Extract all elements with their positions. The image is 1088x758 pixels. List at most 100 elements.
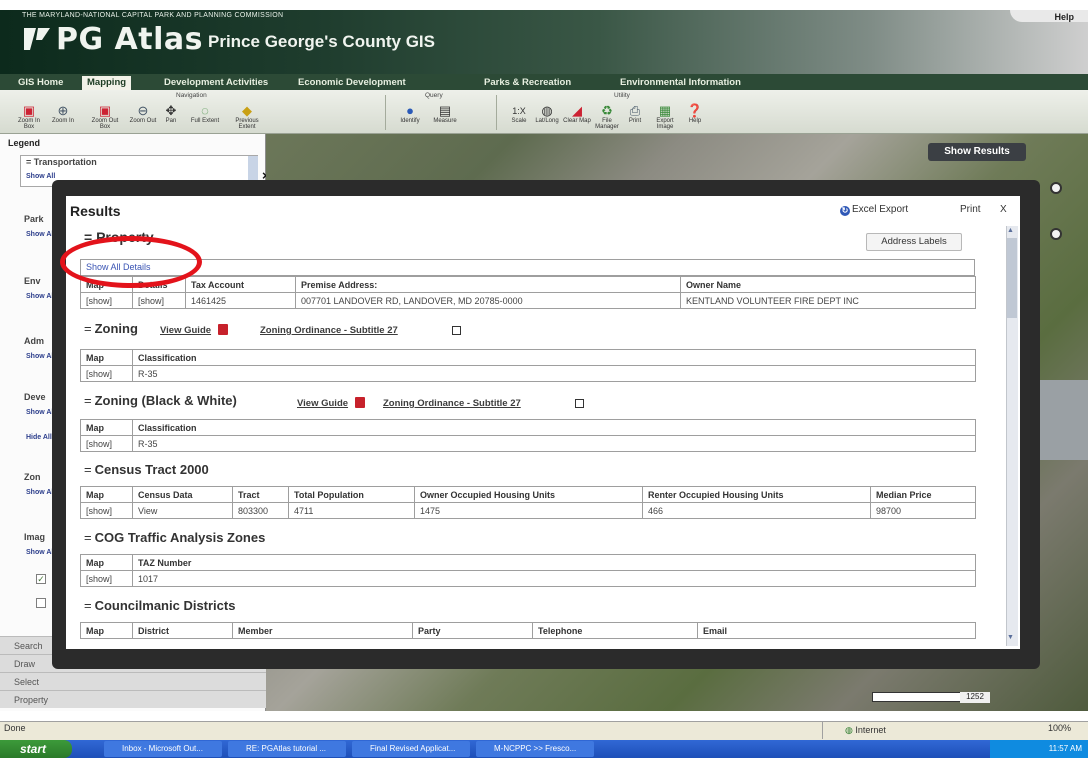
legend-item-park[interactable]: Park	[24, 214, 44, 224]
section-cog-heading[interactable]: = COG Traffic Analysis Zones	[84, 530, 265, 545]
zoom-in-box-button[interactable]: ▣ Zoom In Box	[14, 104, 44, 131]
lat-long-button[interactable]: ◍ Lat/Long	[532, 104, 562, 125]
view-guide-link[interactable]: View Guide	[297, 398, 348, 409]
show-map-link[interactable]: [show]	[80, 435, 133, 452]
legend-item-imag[interactable]: Imag	[24, 532, 45, 542]
previous-extent-icon: ◆	[242, 103, 252, 118]
table-cell: KENTLAND VOLUNTEER FIRE DEPT INC	[680, 292, 976, 309]
show-map-link[interactable]: [show]	[80, 570, 133, 587]
column-header-sortable[interactable]: Premise Address:	[295, 276, 681, 293]
column-header: Map	[80, 622, 133, 639]
tab-environmental-information[interactable]: Environmental Information	[620, 76, 741, 90]
scroll-down-icon[interactable]: ▼	[1007, 634, 1014, 641]
taskbar-item[interactable]: RE: PGAtlas tutorial ...	[228, 741, 346, 757]
show-map-link[interactable]: [show]	[80, 502, 133, 519]
address-labels-button[interactable]: Address Labels	[866, 233, 962, 251]
legend-item-transportation[interactable]: = Transportation	[26, 157, 97, 167]
export-image-button[interactable]: ▦ Export Image	[650, 104, 680, 131]
scale-button[interactable]: 1:X Scale	[504, 104, 534, 124]
print-tool-button[interactable]: ⎙ Print	[620, 104, 650, 125]
taskbar-item[interactable]: M-NCPPC >> Fresco...	[476, 741, 594, 757]
start-button[interactable]: start	[0, 740, 72, 758]
taskbar-item[interactable]: Final Revised Applicat...	[352, 741, 470, 757]
pdf-icon	[355, 397, 365, 408]
tab-gis-home[interactable]: GIS Home	[18, 76, 63, 90]
measure-button[interactable]: ▤ Measure	[430, 104, 460, 125]
tab-select[interactable]: Select	[0, 672, 266, 690]
tab-property[interactable]: Property	[0, 690, 266, 708]
show-map-link[interactable]: [show]	[80, 365, 133, 382]
zoom-out-box-button[interactable]: ▣ Zoom Out Box	[90, 104, 120, 131]
table-cell: 4711	[288, 502, 415, 519]
view-guide-link[interactable]: View Guide	[160, 325, 211, 336]
column-header: Total Population	[288, 486, 415, 503]
legend-label: Legend	[8, 138, 41, 148]
scale-bar	[872, 692, 964, 702]
tab-mapping[interactable]: Mapping	[82, 76, 132, 90]
legend-item-deve[interactable]: Deve	[24, 392, 46, 402]
table-cell: 007701 LANDOVER RD, LANDOVER, MD 20785-0…	[295, 292, 681, 309]
toolbar-separator	[385, 95, 386, 130]
full-extent-button[interactable]: ◌ Full Extent	[190, 103, 220, 125]
taskbar-item[interactable]: Inbox - Microsoft Out...	[104, 741, 222, 757]
legend-show-all[interactable]: Show All	[26, 231, 55, 238]
legend-item-env[interactable]: Env	[24, 276, 41, 286]
tab-economic-development[interactable]: Economic Development	[298, 76, 406, 90]
screen: THE MARYLAND-NATIONAL CAPITAL PARK AND P…	[0, 0, 1088, 758]
zoom-slider-handle[interactable]	[1050, 182, 1062, 194]
table-header-row: Map Census Data Tract Total Population O…	[80, 486, 976, 503]
print-button[interactable]: Print	[960, 204, 981, 215]
legend-item-zon[interactable]: Zon	[24, 472, 41, 482]
column-header: Owner Name	[680, 276, 976, 293]
column-header: Map	[80, 486, 133, 503]
table-row: [show] R-35	[80, 365, 976, 382]
help-tool-button[interactable]: ❓ Help	[680, 104, 710, 125]
group-navigation-label: Navigation	[176, 92, 207, 99]
file-manager-button[interactable]: ♻ File Manager	[592, 103, 622, 131]
zoom-slider-handle[interactable]	[1050, 228, 1062, 240]
view-census-link[interactable]: View	[132, 502, 233, 519]
pan-button[interactable]: ✥ Pan	[156, 104, 186, 125]
close-button[interactable]: X	[1000, 204, 1007, 215]
dialog-scroll-thumb[interactable]	[1007, 238, 1017, 318]
section-zoning-heading[interactable]: = Zoning	[84, 321, 138, 336]
tab-development-activities[interactable]: Development Activities	[164, 76, 268, 90]
zoom-out-button[interactable]: ⊖ Zoom Out	[128, 104, 158, 125]
legend-show-all[interactable]: Show All	[26, 409, 55, 416]
zoning-ordinance-link[interactable]: Zoning Ordinance - Subtitle 27	[383, 398, 521, 409]
zoning-ordinance-link[interactable]: Zoning Ordinance - Subtitle 27	[260, 325, 398, 336]
file-manager-icon: ♻	[601, 103, 613, 118]
legend-show-all[interactable]: Show All	[26, 353, 55, 360]
show-details-link[interactable]: [show]	[132, 292, 186, 309]
section-council-heading[interactable]: = Councilmanic Districts	[84, 598, 235, 613]
excel-export-button[interactable]: Excel Export	[852, 204, 908, 215]
zoom-level[interactable]: 100%	[1048, 723, 1071, 733]
legend-item-adm[interactable]: Adm	[24, 336, 44, 346]
table-row: [show] View 803300 4711 1475 466 98700	[80, 502, 976, 519]
scroll-up-icon[interactable]: ▲	[1007, 227, 1014, 234]
dialog-title: Results	[70, 203, 121, 219]
column-header: District	[132, 622, 233, 639]
clear-map-button[interactable]: ◢ Clear Map	[562, 104, 592, 125]
previous-extent-button[interactable]: ◆ Previous Extent	[232, 103, 262, 131]
layer-checkbox[interactable]: ✓	[36, 574, 46, 584]
tab-parks-recreation[interactable]: Parks & Recreation	[484, 76, 571, 90]
table-cell: 98700	[870, 502, 976, 519]
layer-checkbox[interactable]	[36, 598, 46, 608]
legend-show-all[interactable]: Show All	[26, 549, 55, 556]
legend-show-all[interactable]: Show All	[26, 489, 55, 496]
zoom-in-button[interactable]: ⊕ Zoom In	[48, 104, 78, 125]
show-map-link[interactable]: [show]	[80, 292, 133, 309]
section-census-heading[interactable]: = Census Tract 2000	[84, 462, 209, 477]
pdf-icon	[218, 324, 228, 335]
full-extent-icon: ◌	[201, 103, 209, 118]
identify-button[interactable]: ● Identify	[395, 104, 425, 125]
table-header-row: Map District Member Party Telephone Emai…	[80, 622, 976, 639]
legend-hide-all[interactable]: Hide All	[26, 434, 52, 441]
legend-show-all[interactable]: Show All	[26, 293, 55, 300]
help-link[interactable]: Help	[1054, 12, 1074, 22]
legend-show-all[interactable]: Show All	[26, 173, 55, 180]
section-zoning-bw-heading[interactable]: = Zoning (Black & White)	[84, 393, 237, 408]
table-cell: 1475	[414, 502, 643, 519]
show-results-button[interactable]: Show Results	[928, 143, 1026, 161]
